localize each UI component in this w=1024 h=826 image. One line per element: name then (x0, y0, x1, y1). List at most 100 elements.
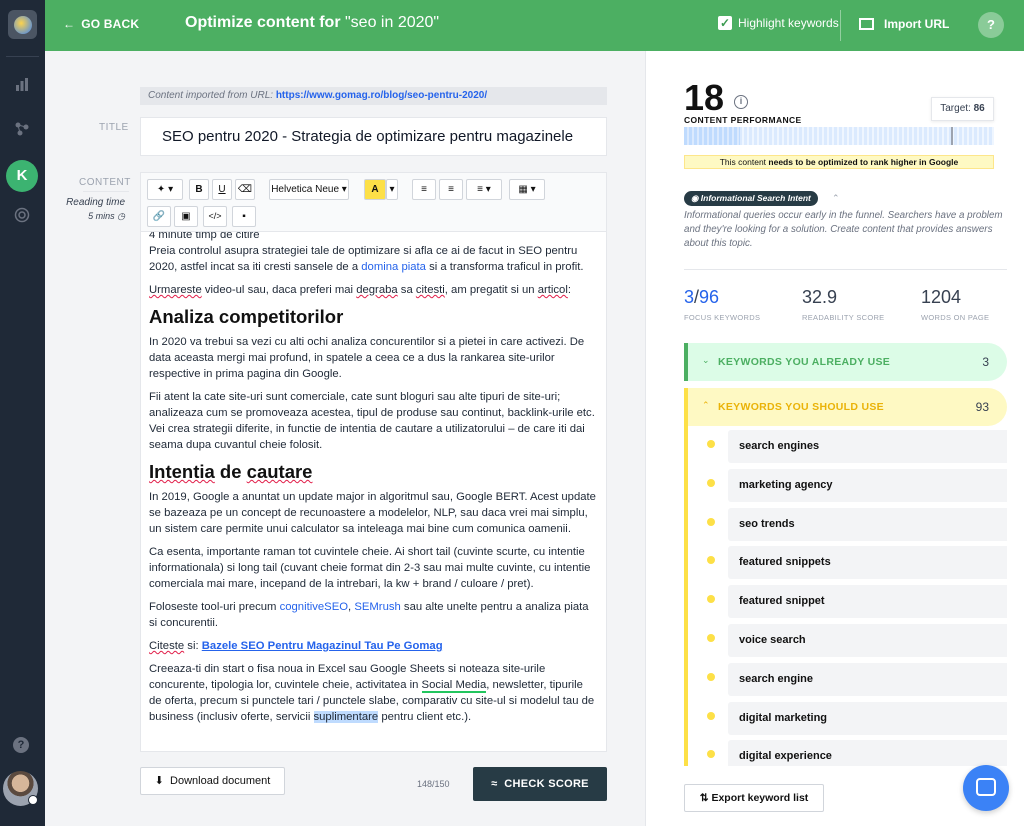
highlight-keywords-toggle[interactable]: ✓ Highlight keywords (718, 16, 839, 30)
arrow-left-icon: ← (63, 17, 76, 31)
help-button[interactable]: ? (978, 12, 1004, 38)
keyword-item[interactable]: digital experience (688, 736, 1007, 766)
content-optimizer-icon[interactable]: K (6, 160, 38, 192)
download-document-button[interactable]: ⬇ Download document (140, 767, 285, 795)
content-heading: Analiza competitorilor (149, 306, 344, 327)
keywords-should-use-section[interactable]: ⌃ KEYWORDS YOU SHOULD USE 93 (684, 388, 1007, 426)
link-button[interactable]: 🔗 (147, 206, 171, 227)
content-link[interactable]: cognitiveSEO (280, 601, 348, 613)
font-color-button[interactable]: A (364, 179, 386, 200)
top-bar: ← GO BACK Optimize content for "seo in 20… (45, 0, 1024, 51)
help-icon[interactable]: ? (13, 737, 29, 753)
character-count: 148/150 (417, 779, 450, 789)
keyword-status-dot (707, 595, 715, 604)
target-badge: Target: 86 (931, 97, 994, 121)
keyword-list: search engines marketing agency seo trends… (684, 426, 1007, 766)
keyword-item[interactable]: marketing agency (688, 465, 1007, 504)
search-intent-description: Informational queries occur early in the… (684, 210, 1003, 249)
export-keyword-list-button[interactable]: ⇅ Export keyword list (684, 784, 824, 812)
chat-widget-icon[interactable] (963, 765, 1009, 811)
keyword-item[interactable]: search engines (688, 426, 1007, 465)
content-line: 4 minute timp de citire (149, 232, 260, 241)
keyword-label: seo trends (728, 507, 1007, 541)
keyword-status-dot (707, 440, 715, 448)
content-link[interactable]: Bazele SEO Pentru Magazinul Tau Pe Gomag (202, 640, 443, 652)
network-icon[interactable] (12, 121, 32, 141)
content-paragraph: Citeste si: Bazele SEO Pentru Magazinul … (149, 640, 443, 652)
page-title: Optimize content for "seo in 2020" (185, 14, 440, 31)
check-score-button[interactable]: ≈ CHECK SCORE (473, 767, 607, 801)
eraser-button[interactable]: ⌫ (235, 179, 255, 200)
app-logo[interactable] (8, 10, 37, 39)
imported-url-link[interactable]: https://www.gomag.ro/blog/seo-pentru-202… (276, 90, 487, 101)
image-button[interactable]: ▣ (174, 206, 198, 227)
search-intent-badge[interactable]: ◉ Informational Search Intent (684, 191, 818, 206)
content-heading: Intentia de cautare (149, 461, 313, 482)
keyword-label: search engines (728, 430, 1007, 463)
keyword-item[interactable]: voice search (688, 620, 1007, 659)
content-editor[interactable]: 4 minute timp de citire Preia controlul … (140, 232, 607, 752)
keyword-label: featured snippets (728, 546, 1007, 580)
content-paragraph: Preia controlul asupra strategiei tale d… (149, 245, 584, 273)
reading-time-label: Reading time (66, 197, 125, 208)
bold-button[interactable]: B (189, 179, 209, 200)
magic-wand-button[interactable]: ✦ ▾ (147, 179, 183, 200)
keyword-status-dot (707, 517, 715, 526)
score-panel: 18 i CONTENT PERFORMANCE Target: 86 This… (645, 51, 1024, 826)
focus-keywords-stat: 3/96 FOCUS KEYWORDS (684, 287, 761, 322)
content-link[interactable]: domina piata (361, 261, 426, 273)
font-family-select[interactable]: Helvetica Neue ▾ (269, 179, 349, 200)
checkbox-checked-icon[interactable]: ✓ (718, 16, 732, 30)
go-back-button[interactable]: ← GO BACK (63, 17, 139, 31)
keyword-status-dot (707, 556, 715, 565)
content-paragraph: Foloseste tool-uri precum cognitiveSEO, … (149, 601, 589, 629)
bar-chart-icon[interactable] (12, 77, 32, 97)
content-performance-label: CONTENT PERFORMANCE (684, 115, 802, 125)
highlighted-keyword: Social Media (421, 679, 487, 693)
import-icon (859, 18, 874, 30)
clock-icon: ◷ (117, 211, 125, 221)
align-button[interactable]: ≡ ▾ (466, 179, 502, 200)
info-icon[interactable]: i (734, 95, 748, 109)
topbar-divider (840, 10, 841, 41)
highlighted-keyword: suplimentare (313, 711, 379, 723)
keyword-status-dot (707, 711, 715, 720)
keyword-item[interactable]: seo trends (688, 504, 1007, 543)
keyword-item[interactable]: featured snippets (688, 542, 1007, 581)
download-icon: ⬇ (154, 775, 164, 787)
keyword-label: search engine (728, 662, 1007, 696)
keyword-item[interactable]: digital marketing (688, 698, 1007, 737)
chevron-up-icon[interactable]: ⌃ (832, 193, 840, 204)
content-paragraph: Creeaza-ti din start o fisa noua in Exce… (149, 663, 595, 723)
word-count-stat: 1204 WORDS ON PAGE (921, 287, 990, 322)
chevron-up-icon: ⌃ (702, 400, 710, 410)
keyword-status-dot (707, 633, 715, 642)
keyword-label: marketing agency (728, 468, 1007, 502)
content-link[interactable]: SEMrush (354, 601, 400, 613)
performance-bar (684, 127, 994, 145)
chevron-down-icon: ⌄ (702, 355, 710, 365)
table-button[interactable]: ▦ ▾ (509, 179, 545, 200)
code-view-button[interactable]: </> (203, 206, 227, 227)
title-input[interactable]: SEO pentru 2020 - Strategia de optimizar… (140, 117, 607, 156)
content-paragraph: Fii atent la cate site-uri sunt comercia… (149, 391, 595, 451)
unordered-list-button[interactable]: ≡ (412, 179, 436, 200)
keyword-item[interactable]: search engine (688, 659, 1007, 698)
readability-stat: 32.9 READABILITY SCORE (802, 287, 885, 322)
performance-bar-fill (684, 127, 740, 145)
paste-button[interactable]: ▪ (232, 206, 256, 227)
keyword-label: voice search (728, 623, 1007, 657)
content-score: 18 (684, 77, 725, 118)
import-url-button[interactable]: Import URL (859, 17, 949, 31)
keyword-status-dot (707, 750, 715, 759)
underline-button[interactable]: U (212, 179, 232, 200)
keywords-used-section[interactable]: ⌄ KEYWORDS YOU ALREADY USE 3 (684, 343, 1007, 381)
ordered-list-button[interactable]: ≡ (439, 179, 463, 200)
imported-url-banner: Content imported from URL: https://www.g… (140, 87, 607, 105)
keyword-label: digital experience (728, 740, 1007, 766)
font-color-dropdown[interactable]: ▾ (386, 179, 398, 200)
avatar-menu-indicator[interactable] (28, 795, 38, 805)
keyword-status-dot (707, 478, 715, 487)
keyword-item[interactable]: featured snippet (688, 581, 1007, 620)
target-icon[interactable] (12, 207, 32, 227)
